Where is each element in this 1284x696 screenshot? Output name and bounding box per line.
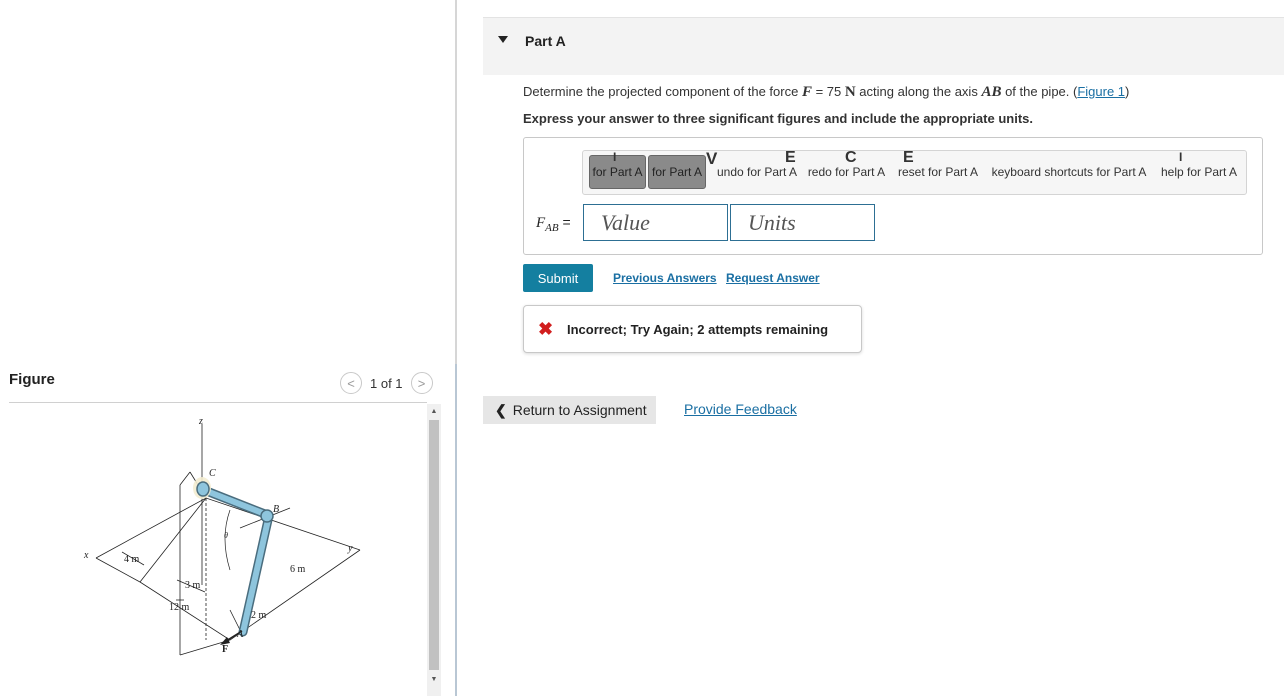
symbols-button[interactable]: for Part A [648, 155, 706, 189]
feedback-text: Incorrect; Try Again; 2 attempts remaini… [567, 322, 829, 337]
return-to-assignment-button[interactable]: ❮ Return to Assignment [483, 396, 656, 424]
label-theta: θ [224, 531, 228, 540]
return-label: Return to Assignment [512, 402, 647, 418]
figure-count: 1 of 1 [370, 375, 403, 391]
help-button[interactable]: help for Part A [1157, 155, 1241, 189]
force-variable: F [801, 84, 812, 100]
submit-button[interactable]: Submit [523, 264, 593, 292]
redo-arrow-icon: C [845, 149, 857, 166]
force-unit: N [844, 84, 856, 100]
label-a: A [236, 629, 244, 640]
figure-link[interactable]: Figure 1 [1077, 84, 1125, 99]
label-6m: 6 m [290, 564, 306, 575]
figure-divider [9, 402, 427, 403]
provide-feedback-link[interactable]: Provide Feedback [684, 401, 797, 417]
value-input[interactable]: Value [583, 204, 728, 241]
prev-figure-button[interactable]: < [340, 372, 362, 394]
part-header[interactable] [483, 17, 1284, 75]
question-suffix: of the pipe. ( [1001, 84, 1078, 99]
label-z: z [198, 416, 203, 427]
part-title: Part A [525, 33, 566, 49]
question-close: ) [1125, 84, 1130, 99]
label-f: F [222, 644, 228, 655]
label-12m: 12 m [169, 602, 190, 613]
chevron-left-icon: ❮ [495, 401, 507, 418]
incorrect-x-icon: ✖ [538, 319, 554, 339]
label-y: y [347, 543, 353, 554]
figure-title: Figure [9, 371, 55, 388]
reset-icon: E [903, 149, 914, 166]
answer-label-eq: = [558, 214, 571, 230]
chevron-right-icon: > [417, 375, 426, 391]
label-2m: 2 m [251, 610, 267, 621]
question-equals: = 75 [811, 84, 845, 99]
axis-variable: AB [981, 84, 1002, 100]
next-figure-button[interactable]: > [410, 372, 433, 394]
question-prefix: Determine the projected component of the… [523, 84, 802, 99]
request-answer-link[interactable]: Request Answer [726, 271, 820, 285]
question-middle: acting along the axis [855, 84, 982, 99]
figure-pager: < 1 of 1 > [340, 372, 433, 394]
previous-answers-link[interactable]: Previous Answers [613, 271, 717, 285]
label-x: x [83, 550, 89, 561]
template-glyph-icon: I [613, 150, 617, 164]
help-glyph-icon: I [1179, 150, 1183, 164]
label-3m: 3 m [185, 580, 201, 591]
undo-arrow-icon: E [785, 149, 796, 166]
chevron-left-icon: < [347, 375, 355, 391]
units-input[interactable]: Units [730, 204, 875, 241]
scroll-down-icon[interactable]: ▼ [427, 672, 441, 686]
label-b: B [273, 504, 279, 515]
pane-divider-handle[interactable] [455, 364, 457, 696]
collapse-caret-icon[interactable] [498, 36, 508, 43]
keyboard-shortcuts-button[interactable]: keyboard shortcuts for Part A [986, 155, 1152, 189]
question-text: Determine the projected component of the… [523, 84, 1129, 101]
scroll-up-icon[interactable]: ▲ [427, 404, 441, 418]
templates-button[interactable]: for Part A [589, 155, 646, 189]
answer-label: FAB = [536, 214, 571, 234]
label-c: C [209, 468, 216, 479]
instruction-text: Express your answer to three significant… [523, 111, 1033, 126]
answer-label-sub: AB [545, 221, 559, 234]
pipe-diagram: z x y C B A F θ 4 m 3 m 12 m 6 m 2 m [83, 416, 361, 656]
answer-label-var: F [536, 215, 546, 231]
label-4m: 4 m [124, 554, 140, 565]
figure-scrollbar-thumb[interactable] [429, 420, 439, 670]
